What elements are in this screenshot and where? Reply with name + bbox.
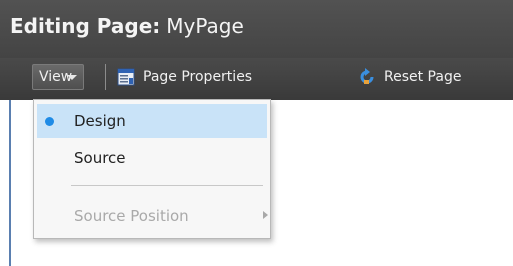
page-properties-icon [117, 68, 135, 86]
menu-separator [71, 185, 263, 186]
content-border [9, 100, 11, 266]
menu-item-label: Design [74, 112, 126, 130]
chevron-down-icon [67, 75, 77, 80]
menu-item-source[interactable]: Source [37, 141, 267, 175]
page-title-prefix: Editing Page: [10, 14, 161, 38]
reset-icon [358, 68, 376, 86]
chevron-right-icon [263, 211, 268, 219]
menu-item-label: Source [74, 149, 126, 167]
selected-dot-icon [45, 117, 54, 126]
page-title-name: MyPage [166, 14, 244, 38]
page-properties-label: Page Properties [143, 69, 253, 85]
menu-item-source-position: Source Position [37, 199, 268, 233]
page-title: Editing Page: MyPage [10, 11, 244, 41]
toolbar: View Page Properties Reset Page [0, 58, 513, 94]
reset-page-button[interactable]: Reset Page [358, 64, 513, 90]
menu-item-design[interactable]: Design [37, 104, 267, 138]
view-dropdown-menu: Design Source Source Position [33, 99, 271, 239]
menu-item-label: Source Position [74, 207, 189, 225]
reset-page-label: Reset Page [384, 69, 462, 85]
page-properties-button[interactable]: Page Properties [117, 64, 357, 90]
view-menu-button[interactable]: View [32, 64, 84, 90]
editor-header: Editing Page: MyPage View Page Properties [0, 0, 513, 100]
toolbar-separator [105, 64, 106, 90]
